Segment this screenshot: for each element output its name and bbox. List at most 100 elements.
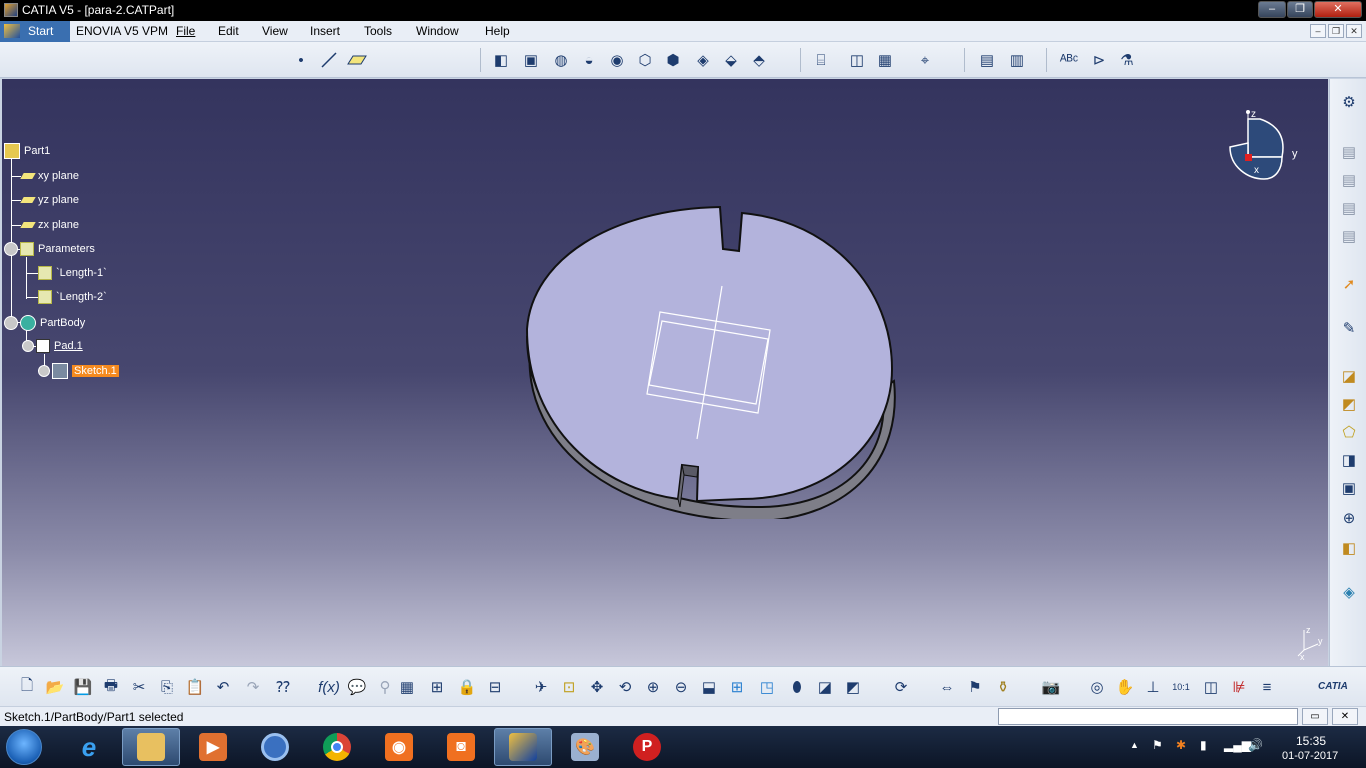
capture-icon[interactable]: 📷	[1040, 676, 1062, 698]
multi-section-solid-icon[interactable]: ⬙	[720, 49, 742, 71]
isometric-view-icon[interactable]: ◳	[756, 676, 778, 698]
collapse-toggle-icon[interactable]	[4, 316, 18, 330]
taskbar-chrome[interactable]	[308, 728, 366, 766]
expand-toggle-icon[interactable]	[38, 365, 50, 377]
edge-fillet-icon[interactable]: ◪	[1338, 365, 1360, 387]
copy-object-icon[interactable]: ▤	[1338, 141, 1360, 163]
fit-all-icon[interactable]: ⌖	[914, 49, 936, 71]
geometrical-set-icon[interactable]: ▤	[1338, 225, 1360, 247]
draft-icon[interactable]: ⬠	[1338, 421, 1360, 443]
zoom-out-icon[interactable]: ⊖	[670, 676, 692, 698]
apply-material-icon[interactable]: ⚗	[1116, 49, 1138, 71]
measure-inertia-icon[interactable]: ⚱	[992, 676, 1014, 698]
new-file-icon[interactable]: 🗋	[16, 676, 38, 698]
grid-icon[interactable]: ▦	[874, 49, 896, 71]
measure-icon[interactable]: ⊟	[484, 676, 506, 698]
shading-icon[interactable]: ⬮	[786, 676, 808, 698]
taskbar-paint[interactable]: 🎨	[556, 728, 614, 766]
taskbar-media[interactable]: ▶	[184, 728, 242, 766]
tray-flag-icon[interactable]: ⚑	[1152, 738, 1163, 752]
tree-node-part1[interactable]: Part1	[4, 143, 50, 159]
collapse-toggle-icon[interactable]	[22, 340, 34, 352]
plane-icon[interactable]	[346, 49, 368, 71]
rib-icon[interactable]: ⬡	[634, 49, 656, 71]
scale-icon[interactable]: 10:1	[1170, 676, 1192, 698]
fly-mode-icon[interactable]: ✈	[530, 676, 552, 698]
taskbar-app-circle[interactable]	[246, 728, 304, 766]
menu-file[interactable]: File	[176, 24, 195, 38]
pocket-icon[interactable]: ▣	[520, 49, 542, 71]
sketcher-icon[interactable]: ⌸	[810, 49, 832, 71]
fit-all-in-icon[interactable]: ⊡	[558, 676, 580, 698]
tree-node-pad1[interactable]: Pad.1	[22, 339, 83, 353]
tray-app-icon[interactable]: ✱	[1176, 738, 1186, 752]
copy-icon[interactable]: ⎘	[156, 676, 178, 698]
taskbar-catia[interactable]	[494, 728, 552, 766]
menu-enovia[interactable]: ENOVIA V5 VPM	[76, 24, 168, 38]
view-align-icon[interactable]: ◫	[846, 49, 868, 71]
swap-visible-space-icon[interactable]: ◩	[842, 676, 864, 698]
clock-time[interactable]: 15:35	[1296, 734, 1326, 748]
tree-node-sketch1[interactable]: Sketch.1	[38, 363, 119, 379]
measure-between-icon[interactable]: ⇔	[936, 676, 958, 698]
windows-start-button[interactable]	[6, 729, 42, 765]
text-annotation-icon[interactable]: ᴬᴮᶜ	[1058, 49, 1080, 71]
taskbar-camera-app[interactable]: ◙	[432, 728, 490, 766]
tray-volume-icon[interactable]: 🔊	[1248, 738, 1263, 752]
more-tools-icon[interactable]: ≡	[1256, 676, 1278, 698]
tree-node-parameters[interactable]: Parameters	[4, 242, 95, 256]
taskbar-orange-app[interactable]: ◉	[370, 728, 428, 766]
paste-icon[interactable]: 📋	[184, 676, 206, 698]
constraint-icon[interactable]: ⊯	[1228, 676, 1250, 698]
rotate-icon[interactable]: ⟲	[614, 676, 636, 698]
tree-node-partbody[interactable]: PartBody	[4, 315, 85, 331]
status-option-button[interactable]: ▭	[1302, 708, 1328, 725]
taskbar-psiphon[interactable]: P	[618, 728, 676, 766]
taskbar-explorer[interactable]	[122, 728, 180, 766]
sketch-tool-icon[interactable]: ✎	[1338, 317, 1360, 339]
paste-object-icon[interactable]: ▤	[1338, 169, 1360, 191]
analysis-icon[interactable]: ◎	[1086, 676, 1108, 698]
menu-tools[interactable]: Tools	[364, 24, 392, 38]
save-icon[interactable]: 💾	[72, 676, 94, 698]
stiffener-icon[interactable]: ◈	[692, 49, 714, 71]
cut-icon[interactable]: ✂	[128, 676, 150, 698]
tree-node-yz-plane[interactable]: yz plane	[20, 194, 79, 206]
part-model[interactable]	[502, 199, 912, 519]
undo-icon[interactable]: ↶	[212, 676, 234, 698]
pad-icon[interactable]: ◧	[490, 49, 512, 71]
shell-icon[interactable]: ◨	[1338, 449, 1360, 471]
hand-icon[interactable]: ✋	[1114, 676, 1136, 698]
insert-body-icon[interactable]: ▤	[1338, 197, 1360, 219]
workbench-toggle-icon[interactable]: ▤	[976, 49, 998, 71]
tree-node-xy-plane[interactable]: xy plane	[20, 170, 79, 182]
whats-this-icon[interactable]: ⁇	[272, 676, 294, 698]
lock-icon[interactable]: 🔒	[456, 676, 478, 698]
menu-help[interactable]: Help	[485, 24, 510, 38]
removed-multi-section-icon[interactable]: ⬘	[748, 49, 770, 71]
law-icon[interactable]: ⊞	[426, 676, 448, 698]
redo-icon[interactable]: ↷	[242, 676, 264, 698]
3d-viewport[interactable]: Part1 xy plane yz plane zx plane Paramet…	[2, 79, 1328, 666]
clock-date[interactable]: 01-07-2017	[1282, 750, 1338, 762]
flag-note-icon[interactable]: ⊳	[1088, 49, 1110, 71]
menu-view[interactable]: View	[262, 24, 288, 38]
command-input[interactable]	[998, 708, 1298, 725]
point-icon[interactable]: •	[290, 49, 312, 71]
print-icon[interactable]: 🖶	[100, 676, 122, 698]
close-button[interactable]: ✕	[1314, 1, 1362, 18]
boolean-operations-icon[interactable]: ◈	[1338, 581, 1360, 603]
split-icon[interactable]: ◧	[1338, 537, 1360, 559]
menu-window[interactable]: Window	[416, 24, 459, 38]
status-stop-button[interactable]: ✕	[1332, 708, 1358, 725]
menu-edit[interactable]: Edit	[218, 24, 239, 38]
menu-insert[interactable]: Insert	[310, 24, 340, 38]
workbench-window-icon[interactable]: ▥	[1006, 49, 1028, 71]
groove-icon[interactable]: ◒	[578, 49, 600, 71]
menu-start[interactable]: Start	[0, 21, 70, 42]
restore-button[interactable]: ❐	[1287, 1, 1313, 18]
tray-battery-icon[interactable]: ▮	[1200, 738, 1207, 752]
taskbar-ie[interactable]: e	[60, 728, 118, 766]
normal-view-icon[interactable]: ⬓	[698, 676, 720, 698]
line-icon[interactable]	[318, 49, 340, 71]
